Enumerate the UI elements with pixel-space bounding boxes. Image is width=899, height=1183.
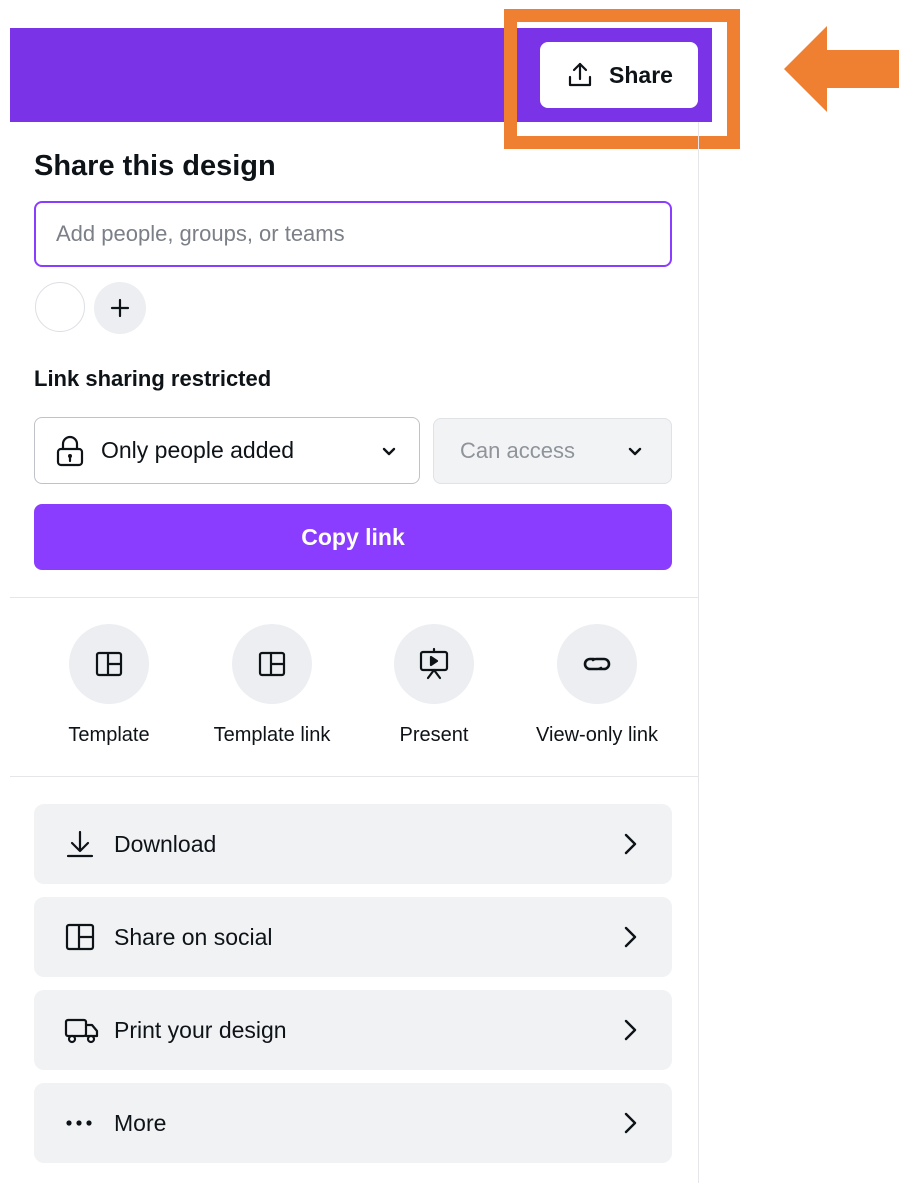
action-present-circle[interactable]: [394, 624, 474, 704]
lock-icon: [55, 435, 85, 467]
action-template[interactable]: Template: [29, 624, 189, 747]
access-select[interactable]: Only people added: [34, 417, 420, 484]
action-label: Template: [68, 724, 150, 746]
chevron-right-icon: [618, 925, 642, 949]
link-sharing-label: Link sharing restricted: [34, 366, 272, 391]
action-label: Template link: [213, 724, 331, 746]
action-label: Present: [399, 724, 469, 746]
divider: [10, 776, 698, 777]
row-more[interactable]: More: [34, 1083, 672, 1163]
copy-link-button[interactable]: Copy link: [34, 504, 672, 570]
action-view-only-link-circle[interactable]: [557, 624, 637, 704]
row-download[interactable]: Download: [34, 804, 672, 884]
layout-icon: [93, 648, 125, 680]
row-share-on-social[interactable]: Share on social: [34, 897, 672, 977]
permission-select[interactable]: Can access: [433, 418, 672, 484]
avatar[interactable]: [35, 282, 85, 332]
row-label: Print your design: [114, 1016, 287, 1043]
action-view-only-link[interactable]: View-only link: [517, 624, 677, 747]
chevron-right-icon: [618, 832, 642, 856]
layout-icon: [256, 648, 288, 680]
action-template-circle[interactable]: [69, 624, 149, 704]
chevron-down-icon: [625, 441, 645, 461]
panel-title: Share this design: [34, 150, 276, 182]
permission-select-value: Can access: [460, 438, 575, 463]
link-icon: [580, 647, 614, 681]
chevron-right-icon: [618, 1018, 642, 1042]
arrow-left-icon: [784, 26, 899, 117]
action-template-link[interactable]: Template link: [192, 624, 352, 747]
divider: [10, 597, 698, 598]
truck-icon: [64, 1012, 100, 1048]
panel-border: [698, 122, 699, 1183]
more-icon: [64, 1105, 100, 1141]
present-icon: [417, 647, 451, 681]
layout-icon: [64, 919, 100, 955]
row-print-your-design[interactable]: Print your design: [34, 990, 672, 1070]
plus-icon: [109, 297, 131, 319]
add-people-input[interactable]: [34, 201, 672, 267]
action-present[interactable]: Present: [354, 624, 514, 747]
row-label: More: [114, 1109, 167, 1136]
access-select-value: Only people added: [101, 437, 295, 463]
chevron-right-icon: [618, 1111, 642, 1135]
row-label: Share on social: [114, 923, 273, 950]
chevron-down-icon: [379, 441, 399, 461]
highlight-box: [504, 9, 740, 149]
action-template-link-circle[interactable]: [232, 624, 312, 704]
row-label: Download: [114, 830, 217, 857]
add-person-button[interactable]: [94, 282, 146, 334]
action-label: View-only link: [536, 724, 658, 746]
download-icon: [64, 826, 100, 862]
